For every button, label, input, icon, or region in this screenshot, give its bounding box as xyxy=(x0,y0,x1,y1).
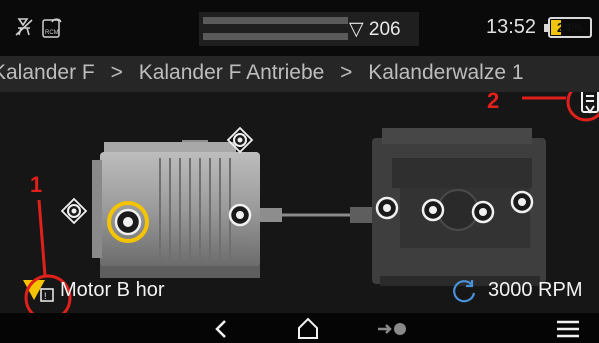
menu-icon[interactable] xyxy=(556,319,580,343)
motor-shaft xyxy=(260,208,282,222)
app-screen: RCM ▽ 206 13:52 24% Kalander F > Kalande… xyxy=(0,0,599,343)
annotation-line-1 xyxy=(37,199,47,277)
status-count: ▽ 206 xyxy=(349,19,401,40)
annotation-marker-2: 2 xyxy=(487,92,499,113)
annotation-marker-1: 1 xyxy=(30,172,42,197)
motor-end-cap xyxy=(92,160,102,258)
home-icon[interactable] xyxy=(296,316,320,343)
refresh-icon xyxy=(450,277,478,310)
device-icon: RCM xyxy=(40,16,64,45)
battery-indicator: 24% xyxy=(544,17,592,38)
next-icon[interactable] xyxy=(376,321,408,342)
breadcrumb-separator: > xyxy=(110,61,123,84)
battery-nub xyxy=(544,24,548,32)
motor-label: Motor B hor xyxy=(60,279,165,301)
motor[interactable] xyxy=(92,140,282,278)
gearbox-top-flange xyxy=(382,128,532,144)
navigation-bar xyxy=(0,313,599,343)
motor-base xyxy=(100,266,260,278)
svg-text:!: ! xyxy=(44,291,47,301)
status-bar-line xyxy=(203,17,348,24)
annotation-circle-2 xyxy=(566,92,599,122)
status-panel: ▽ 206 xyxy=(199,12,419,46)
rotation-lock-icon xyxy=(13,16,35,43)
status-bar: RCM ▽ 206 13:52 24% xyxy=(0,0,599,56)
measurement-point[interactable] xyxy=(471,200,495,224)
measurement-point[interactable] xyxy=(510,190,534,214)
breadcrumb-separator: > xyxy=(340,61,353,84)
measurement-point[interactable] xyxy=(375,196,399,220)
gearbox-input-shaft xyxy=(350,207,372,223)
gearbox-panel xyxy=(392,158,532,188)
direction-marker-left[interactable] xyxy=(60,197,88,225)
battery-text: 24% xyxy=(556,20,584,35)
breadcrumb-item-antriebe[interactable]: Kalander F Antriebe xyxy=(139,61,325,84)
breadcrumb-item-kalanderwalze[interactable]: Kalanderwalze 1 xyxy=(368,61,523,84)
speed-value: 3000 RPM xyxy=(488,279,583,301)
status-bar-line xyxy=(203,33,348,40)
measurement-point[interactable] xyxy=(228,203,252,227)
svg-text:RCM: RCM xyxy=(45,30,59,36)
measurement-point[interactable] xyxy=(421,198,445,222)
report-button[interactable] xyxy=(581,92,599,114)
breadcrumb: Kalander F > Kalander F Antriebe > Kalan… xyxy=(0,56,599,92)
clock: 13:52 xyxy=(486,16,537,38)
breadcrumb-item-kalander-f[interactable]: Kalander F xyxy=(0,61,95,84)
back-icon[interactable] xyxy=(212,319,230,343)
